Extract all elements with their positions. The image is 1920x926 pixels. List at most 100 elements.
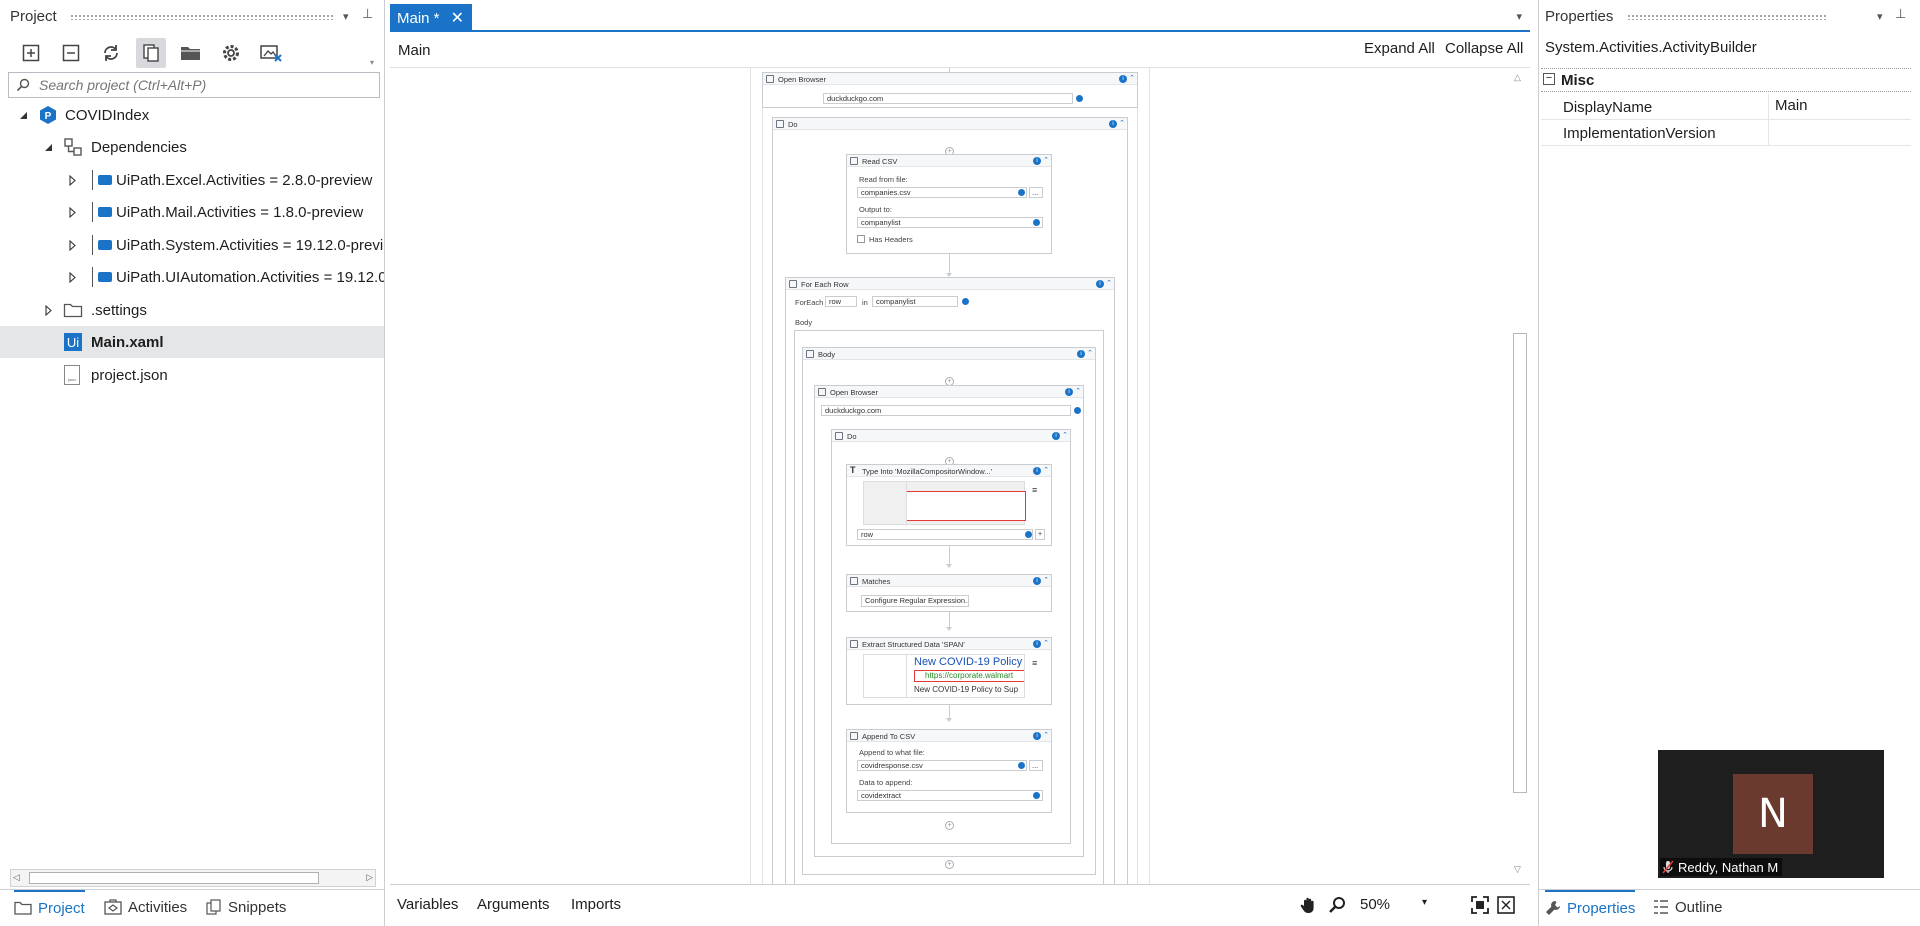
info-icon[interactable]	[1033, 219, 1040, 226]
has-headers-checkbox[interactable]	[857, 235, 865, 243]
tab-variables[interactable]: Variables	[397, 896, 458, 913]
append-to-csv-activity[interactable]: Append To CSV i ⌃ Append to what file: cov…	[846, 729, 1052, 813]
info-icon[interactable]	[1018, 762, 1025, 769]
collapse-icon[interactable]: ⌃	[1129, 74, 1135, 82]
collapse-icon[interactable]: ⌃	[1062, 431, 1068, 439]
collapse-icon[interactable]: ⌃	[1043, 576, 1049, 584]
video-call-overlay[interactable]: N Reddy, Nathan M	[1658, 750, 1884, 878]
scrollbar-thumb[interactable]	[29, 872, 319, 884]
close-icon[interactable]: ✕	[451, 8, 464, 28]
expanded-arrow-icon[interactable]	[17, 109, 29, 121]
collapsed-arrow-icon[interactable]	[42, 304, 54, 316]
info-icon[interactable]: i	[1033, 467, 1041, 475]
expanded-arrow-icon[interactable]	[42, 141, 54, 153]
settings-icon[interactable]	[216, 38, 246, 68]
zoom-select[interactable]: 50% ▾	[1356, 893, 1436, 917]
property-row[interactable]: ImplementationVersion	[1541, 120, 1911, 146]
browse-button[interactable]: ...	[1029, 187, 1043, 198]
collapsed-arrow-icon[interactable]	[66, 206, 78, 218]
collapsed-arrow-icon[interactable]	[66, 271, 78, 283]
info-icon[interactable]	[962, 298, 969, 305]
element-screenshot[interactable]: New COVID-19 Policy https://corporate.wa…	[863, 654, 1025, 698]
text-field[interactable]: row	[857, 529, 1033, 540]
panel-grip[interactable]	[70, 14, 335, 20]
scroll-left-icon[interactable]: ◁	[13, 872, 20, 883]
collapse-icon[interactable]: ⌃	[1043, 466, 1049, 474]
collapse-icon[interactable]: ⌃	[1087, 349, 1093, 357]
info-icon[interactable]: i	[1033, 577, 1041, 585]
add-button[interactable]: +	[1035, 529, 1045, 540]
read-csv-activity[interactable]: Read CSV i ⌃ Read from file: companies.csv…	[846, 154, 1052, 254]
file-field[interactable]: companies.csv	[857, 187, 1027, 198]
expand-all-button[interactable]: Expand All	[1364, 40, 1435, 57]
tab-properties[interactable]: Properties	[1545, 890, 1636, 924]
info-icon[interactable]	[1018, 189, 1025, 196]
property-row[interactable]: DisplayName Main	[1541, 94, 1911, 120]
info-icon[interactable]: i	[1033, 157, 1041, 165]
panel-grip[interactable]	[1627, 14, 1827, 20]
refresh-icon[interactable]	[96, 38, 126, 68]
collapsed-arrow-icon[interactable]	[66, 174, 78, 186]
tree-item-dependency[interactable]: UiPath.UIAutomation.Activities = 19.12.0…	[0, 261, 384, 293]
tab-outline[interactable]: Outline	[1653, 890, 1723, 924]
info-icon[interactable]: i	[1109, 120, 1117, 128]
tree-item-main-xaml[interactable]: Ui Main.xaml	[0, 326, 384, 358]
tree-item-settings[interactable]: .settings	[0, 294, 384, 326]
collapse-icon[interactable]: ⌃	[1043, 731, 1049, 739]
tab-snippets[interactable]: Snippets	[206, 890, 286, 924]
type-into-activity[interactable]: T Type Into 'MozillaCompositorWindow...' i…	[846, 464, 1052, 546]
collection-field[interactable]: companylist	[872, 296, 958, 307]
overview-icon[interactable]	[1496, 895, 1516, 915]
add-file-icon[interactable]	[16, 38, 46, 68]
info-icon[interactable]: i	[1119, 75, 1127, 83]
panel-menu-icon[interactable]: ▾	[343, 10, 349, 23]
collapse-category-icon[interactable]: −	[1543, 73, 1555, 85]
collapse-icon[interactable]: ⌃	[1043, 639, 1049, 647]
workflow-canvas[interactable]: Open Browser i ⌃ duckduckgo.com Do i ⌃ + Rea…	[390, 68, 1510, 888]
extract-structured-data-activity[interactable]: Extract Structured Data 'SPAN' i ⌃ New COV…	[846, 637, 1052, 705]
breadcrumb[interactable]: Main	[398, 42, 431, 59]
info-icon[interactable]: i	[1065, 388, 1073, 396]
search-box[interactable]	[8, 72, 380, 98]
collapse-all-button[interactable]: Collapse All	[1445, 40, 1523, 57]
collapsed-arrow-icon[interactable]	[66, 239, 78, 251]
add-activity-icon[interactable]: +	[945, 821, 954, 830]
scroll-up-icon[interactable]: △	[1514, 72, 1521, 83]
show-all-files-icon[interactable]	[136, 38, 166, 68]
collapse-icon[interactable]: ⌃	[1043, 156, 1049, 164]
item-field[interactable]: row	[825, 296, 857, 307]
property-value[interactable]: Main	[1775, 97, 1808, 114]
zoom-icon[interactable]	[1327, 895, 1347, 915]
tab-activities[interactable]: Activities	[104, 890, 187, 924]
info-icon[interactable]: i	[1052, 432, 1060, 440]
info-icon[interactable]: i	[1096, 280, 1104, 288]
vertical-scrollbar[interactable]: △ ▽	[1510, 68, 1530, 880]
category-row[interactable]: − Misc	[1541, 68, 1911, 92]
file-field[interactable]: covidresponse.csv	[857, 760, 1027, 771]
info-icon[interactable]: i	[1033, 732, 1041, 740]
tab-project[interactable]: Project	[14, 890, 85, 924]
info-icon[interactable]	[1076, 95, 1083, 102]
tab-arguments[interactable]: Arguments	[477, 896, 550, 913]
tab-main[interactable]: Main * ✕	[390, 4, 472, 32]
tree-item-project[interactable]: P COVIDIndex	[0, 99, 384, 131]
scrollbar-thumb[interactable]	[1513, 333, 1527, 793]
collapse-icon[interactable]: ⌃	[1106, 279, 1112, 287]
matches-activity[interactable]: Matches i ⌃ Configure Regular Expression..…	[846, 574, 1052, 612]
search-input[interactable]	[39, 76, 369, 94]
data-field[interactable]: covidextract	[857, 790, 1043, 801]
open-folder-icon[interactable]	[176, 38, 206, 68]
info-icon[interactable]	[1033, 792, 1040, 799]
tree-item-dependency[interactable]: UiPath.Mail.Activities = 1.8.0-preview	[0, 196, 384, 228]
remove-unused-icon[interactable]	[256, 38, 286, 68]
output-field[interactable]: companylist	[857, 217, 1043, 228]
url-field[interactable]: duckduckgo.com	[821, 405, 1071, 416]
scroll-down-icon[interactable]: ▽	[1514, 864, 1521, 875]
add-activity-icon[interactable]: +	[945, 860, 954, 869]
info-icon[interactable]: i	[1033, 640, 1041, 648]
url-field[interactable]: duckduckgo.com	[823, 93, 1073, 104]
open-browser-activity[interactable]: Open Browser i ⌃ duckduckgo.com	[762, 72, 1138, 108]
tab-imports[interactable]: Imports	[571, 896, 621, 913]
browse-button[interactable]: ...	[1029, 760, 1043, 771]
element-screenshot[interactable]	[863, 481, 1026, 526]
